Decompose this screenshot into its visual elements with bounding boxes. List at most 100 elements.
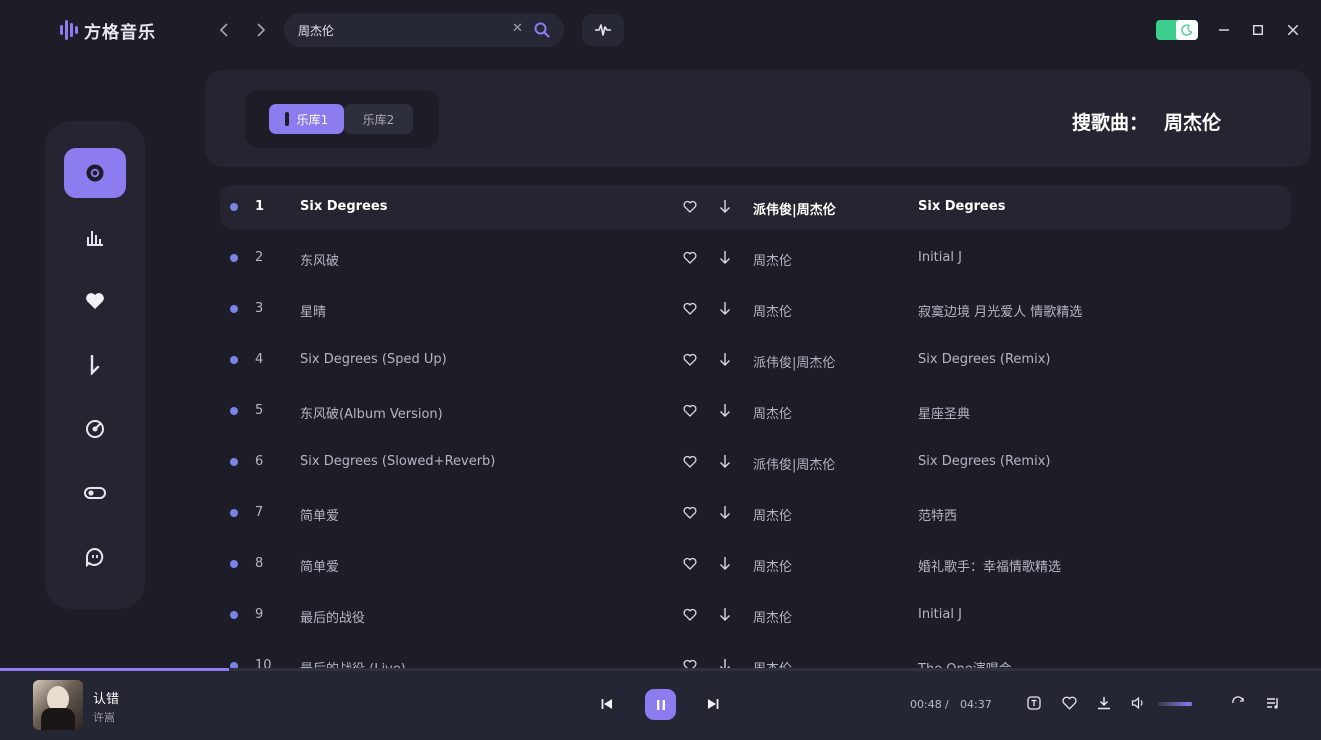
song-album[interactable]: 寂寞边境 月光爱人 情歌精选 [918, 301, 1082, 320]
chevron-left-icon [219, 23, 228, 37]
heart-outline-icon[interactable] [683, 455, 697, 469]
song-title[interactable]: Six Degrees [300, 199, 387, 214]
song-number: 8 [255, 556, 264, 571]
song-artist[interactable]: 周杰伦 [753, 505, 792, 524]
close-button[interactable] [1283, 20, 1303, 40]
download-icon[interactable] [719, 658, 731, 668]
song-album[interactable]: 星座圣典 [918, 403, 970, 422]
volume-slider[interactable] [1158, 702, 1192, 706]
song-title[interactable]: Six Degrees (Slowed+Reverb) [300, 454, 495, 469]
song-artist[interactable]: 周杰伦 [753, 556, 792, 575]
heart-outline-icon[interactable] [683, 302, 697, 316]
download-button[interactable] [1096, 695, 1112, 711]
song-row[interactable]: 9 最后的战役 周杰伦 Initial J [220, 593, 1291, 637]
song-title[interactable]: 简单爱 [300, 505, 339, 524]
download-icon[interactable] [719, 454, 731, 469]
volume-icon [1131, 696, 1143, 710]
playlist-button[interactable] [1265, 695, 1281, 711]
song-album[interactable]: 婚礼歌手：幸福情歌精选 [918, 556, 1061, 575]
song-title[interactable]: 简单爱 [300, 556, 339, 575]
download-icon[interactable] [719, 505, 731, 520]
song-dot [230, 509, 238, 517]
search-icon[interactable] [534, 22, 550, 38]
song-row[interactable]: 7 简单爱 周杰伦 范特西 [220, 491, 1291, 535]
song-title[interactable]: 最后的战役 [300, 607, 365, 626]
heart-outline-icon[interactable] [683, 404, 697, 418]
heart-outline-icon[interactable] [683, 251, 697, 265]
song-dot [230, 560, 238, 568]
song-row[interactable]: 3 星晴 周杰伦 寂寞边境 月光爱人 情歌精选 [220, 287, 1291, 331]
sidebar-item-settings[interactable] [64, 468, 126, 518]
song-row[interactable]: 4 Six Degrees (Sped Up) 派伟俊|周杰伦 Six Degrees… [220, 338, 1291, 382]
song-title[interactable]: 最后的战役 (Live) [300, 658, 406, 668]
song-title[interactable]: 东风破 [300, 250, 339, 269]
app-window: 方格音乐 ✕ [0, 0, 1321, 740]
like-button[interactable] [1061, 695, 1077, 711]
song-artist[interactable]: 周杰伦 [753, 403, 792, 422]
repeat-icon [1232, 696, 1244, 704]
minimize-button[interactable] [1214, 20, 1234, 40]
heart-outline-icon[interactable] [683, 353, 697, 367]
sidebar-item-charts[interactable] [64, 212, 126, 262]
tab-library-2[interactable]: 乐库2 [344, 104, 413, 134]
download-icon[interactable] [719, 403, 731, 418]
repeat-button[interactable] [1230, 695, 1246, 711]
heart-outline-icon[interactable] [683, 557, 697, 571]
download-icon[interactable] [719, 301, 731, 316]
download-icon[interactable] [719, 607, 731, 622]
song-row[interactable]: 6 Six Degrees (Slowed+Reverb) 派伟俊|周杰伦 Six D… [220, 440, 1291, 484]
lyrics-button[interactable] [1026, 695, 1042, 711]
next-button[interactable] [704, 696, 722, 712]
song-title[interactable]: 星晴 [300, 301, 326, 320]
maximize-button[interactable] [1248, 20, 1268, 40]
pause-button[interactable] [645, 689, 676, 720]
song-artist[interactable]: 派伟俊|周杰伦 [753, 454, 835, 473]
sidebar-item-music-library[interactable] [64, 148, 126, 198]
song-artist[interactable]: 周杰伦 [753, 301, 792, 320]
song-album[interactable]: Initial J [918, 607, 962, 622]
sidebar-item-favorites[interactable] [64, 276, 126, 326]
song-album[interactable]: Initial J [918, 250, 962, 265]
song-title[interactable]: Six Degrees (Sped Up) [300, 352, 447, 367]
song-title[interactable]: 东风破(Album Version) [300, 403, 443, 422]
album-cover[interactable] [33, 680, 83, 730]
download-icon[interactable] [719, 556, 731, 571]
sidebar-item-downloads[interactable] [64, 340, 126, 390]
song-album[interactable]: Six Degrees (Remix) [918, 454, 1050, 469]
song-row[interactable]: 10 最后的战役 (Live) 周杰伦 The One演唱会 [220, 644, 1291, 668]
song-artist[interactable]: 周杰伦 [753, 250, 792, 269]
theme-toggle[interactable] [1156, 20, 1198, 40]
song-row[interactable]: 5 东风破(Album Version) 周杰伦 星座圣典 [220, 389, 1291, 433]
heart-outline-icon[interactable] [683, 659, 697, 668]
chat-icon [86, 547, 104, 567]
heart-outline-icon[interactable] [683, 506, 697, 520]
forward-button[interactable] [251, 20, 271, 40]
song-album[interactable]: Six Degrees (Remix) [918, 352, 1050, 367]
heart-outline-icon[interactable] [683, 200, 697, 214]
audio-visualizer-button[interactable] [582, 14, 624, 46]
clear-search-icon[interactable]: ✕ [512, 21, 523, 36]
tab-library-1[interactable]: 乐库1 [269, 104, 344, 134]
song-artist[interactable]: 派伟俊|周杰伦 [753, 352, 835, 371]
song-album[interactable]: Six Degrees [918, 199, 1005, 214]
previous-button[interactable] [598, 696, 616, 712]
song-artist[interactable]: 周杰伦 [753, 658, 792, 668]
lyrics-icon [1027, 696, 1041, 710]
song-artist[interactable]: 周杰伦 [753, 607, 792, 626]
volume-button[interactable] [1130, 695, 1146, 711]
song-row[interactable]: 1 Six Degrees 派伟俊|周杰伦 Six Degrees [220, 185, 1291, 229]
download-icon[interactable] [719, 199, 731, 214]
song-number: 5 [255, 403, 264, 418]
back-button[interactable] [214, 20, 234, 40]
song-album[interactable]: The One演唱会 [918, 658, 1012, 668]
song-artist[interactable]: 派伟俊|周杰伦 [753, 199, 836, 218]
sidebar-item-feedback[interactable] [64, 532, 126, 582]
search-input[interactable] [298, 21, 498, 39]
song-row[interactable]: 2 东风破 周杰伦 Initial J [220, 236, 1291, 280]
song-row[interactable]: 8 简单爱 周杰伦 婚礼歌手：幸福情歌精选 [220, 542, 1291, 586]
download-icon[interactable] [719, 352, 731, 367]
download-icon[interactable] [719, 250, 731, 265]
sidebar-item-discover[interactable] [64, 404, 126, 454]
song-album[interactable]: 范特西 [918, 505, 957, 524]
heart-outline-icon[interactable] [683, 608, 697, 622]
